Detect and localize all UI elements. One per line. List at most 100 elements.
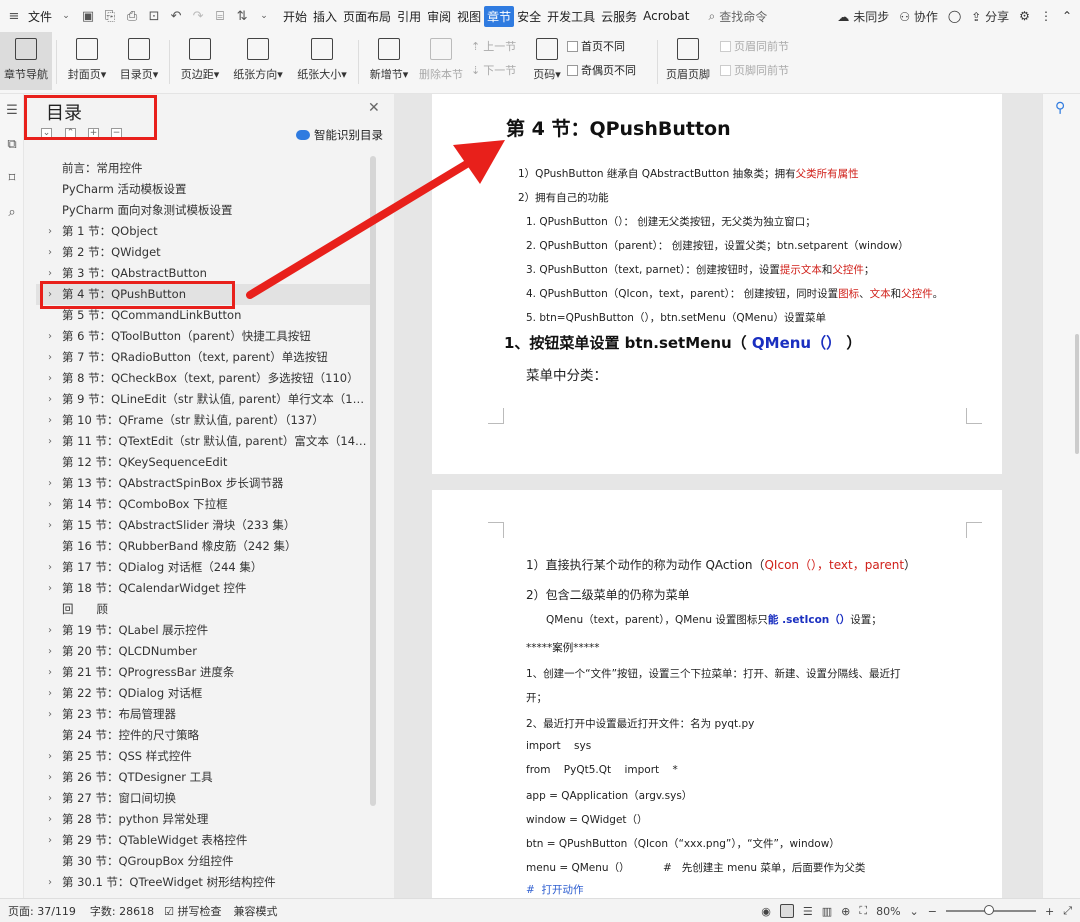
print-preview-icon[interactable]: ⊡ bbox=[146, 8, 162, 24]
doc-scrollbar[interactable] bbox=[1075, 334, 1079, 454]
chevron-right-icon[interactable]: › bbox=[48, 746, 52, 767]
toc-item[interactable]: › 第 29 节：QTableWidget 表格控件 bbox=[36, 830, 370, 851]
zoom-in-icon[interactable]: + bbox=[1045, 905, 1054, 918]
toc-item[interactable]: › 第 20 节：QLCDNumber bbox=[36, 641, 370, 662]
toc-item[interactable]: › 第 1 节：QObject bbox=[36, 221, 370, 242]
outline-view-icon[interactable]: ☰ bbox=[803, 905, 813, 918]
prev-section-button[interactable]: ⇡ 上一节 bbox=[471, 38, 527, 54]
toc-item[interactable]: 第 12 节：QKeySequenceEdit bbox=[36, 452, 370, 473]
toc-item[interactable]: › 第 9 节：QLineEdit（str 默认值, parent）单行文本（11… bbox=[36, 389, 370, 410]
toc-item[interactable]: › 第 11 节：QTextEdit（str 默认值, parent）富文本（14… bbox=[36, 431, 370, 452]
toc-item[interactable]: › 第 17 节：QDialog 对话框（244 集） bbox=[36, 557, 370, 578]
sync-status[interactable]: ☁ 未同步 bbox=[837, 8, 889, 25]
chevron-right-icon[interactable]: › bbox=[48, 662, 52, 683]
chevron-right-icon[interactable]: › bbox=[48, 557, 52, 578]
ribbon-tab[interactable]: 云服务 bbox=[598, 6, 640, 27]
toc-item[interactable]: › 第 8 节：QCheckBox（text, parent）多选按钮（110） bbox=[36, 368, 370, 389]
chevron-right-icon[interactable]: › bbox=[48, 347, 52, 368]
chevron-right-icon[interactable]: › bbox=[48, 242, 52, 263]
section-nav-button[interactable]: 章节导航 bbox=[0, 32, 52, 90]
chevron-down-icon[interactable]: ⌄ bbox=[58, 8, 74, 24]
location-pin-icon[interactable]: ⚲ bbox=[1055, 100, 1065, 116]
zoom-out-icon[interactable]: − bbox=[928, 905, 937, 918]
toc-item[interactable]: › 第 6 节：QToolButton（parent）快捷工具按钮 bbox=[36, 326, 370, 347]
chevron-right-icon[interactable]: › bbox=[48, 221, 52, 242]
search-icon[interactable]: ⌕ bbox=[5, 206, 19, 220]
chevron-right-icon[interactable]: › bbox=[48, 872, 52, 893]
ribbon-tab[interactable]: 插入 bbox=[310, 6, 340, 27]
toc-item[interactable]: › 第 22 节：QDialog 对话框 bbox=[36, 683, 370, 704]
chevron-right-icon[interactable]: › bbox=[48, 683, 52, 704]
more-options-icon[interactable]: ⋮ bbox=[1040, 9, 1052, 23]
file-menu[interactable]: 文件 bbox=[28, 8, 52, 25]
toc-item[interactable]: › 第 10 节：QFrame（str 默认值, parent）（137） bbox=[36, 410, 370, 431]
toc-item[interactable]: › 第 15 节：QAbstractSlider 滑块（233 集） bbox=[36, 515, 370, 536]
command-search[interactable]: ⌕ 查找命令 bbox=[708, 8, 767, 25]
ribbon-tab[interactable]: 引用 bbox=[394, 6, 424, 27]
footer-same-prev-checkbox[interactable]: 页脚同前节 bbox=[720, 62, 789, 78]
zoom-slider-handle[interactable] bbox=[983, 905, 994, 915]
page-indicator[interactable]: 页面: 37/119 bbox=[8, 903, 76, 919]
chevron-right-icon[interactable]: › bbox=[48, 326, 52, 347]
toc-item[interactable]: 第 30 节：QGroupBox 分组控件 bbox=[36, 851, 370, 872]
page-view-icon[interactable] bbox=[779, 904, 794, 918]
toc-item[interactable]: 第 24 节：控件的尺寸策略 bbox=[36, 725, 370, 746]
chevron-right-icon[interactable]: › bbox=[48, 473, 52, 494]
comment-icon[interactable]: ◯ bbox=[948, 9, 961, 23]
odd-even-diff-checkbox[interactable]: 奇偶页不同 bbox=[567, 62, 653, 78]
toc-pane-icon[interactable]: ☰ bbox=[5, 104, 19, 118]
chevron-right-icon[interactable]: › bbox=[48, 641, 52, 662]
smart-toc-button[interactable]: 智能识别目录 bbox=[296, 127, 383, 143]
delete-section-button[interactable]: 删除本节 bbox=[415, 32, 467, 90]
ribbon-tab[interactable]: 审阅 bbox=[424, 6, 454, 27]
ribbon-tab[interactable]: 开始 bbox=[280, 6, 310, 27]
fit-page-icon[interactable]: ⛶ bbox=[859, 904, 867, 918]
web-view-icon[interactable]: ⊕ bbox=[841, 905, 850, 918]
chevron-right-icon[interactable]: › bbox=[48, 410, 52, 431]
zoom-slider[interactable] bbox=[945, 905, 1036, 915]
collapse-ribbon-icon[interactable]: ⌃ bbox=[1062, 9, 1072, 23]
next-section-button[interactable]: ⇣ 下一节 bbox=[471, 62, 527, 78]
ribbon-tab[interactable]: Acrobat bbox=[640, 7, 692, 25]
toc-item[interactable]: 第 16 节：QRubberBand 橡皮筋（242 集） bbox=[36, 536, 370, 557]
share-button[interactable]: ⇪ 分享 bbox=[971, 8, 1009, 25]
toc-item[interactable]: › 第 7 节：QRadioButton（text, parent）单选按钮 bbox=[36, 347, 370, 368]
chevron-right-icon[interactable]: › bbox=[48, 515, 52, 536]
toc-item[interactable]: › 第 14 节：QComboBox 下拉框 bbox=[36, 494, 370, 515]
redo-icon[interactable]: ↷ bbox=[190, 8, 206, 24]
chevron-right-icon[interactable]: › bbox=[48, 809, 52, 830]
first-page-diff-checkbox[interactable]: 首页不同 bbox=[567, 38, 653, 54]
toc-item[interactable]: PyCharm 面向对象测试模板设置 bbox=[36, 200, 370, 221]
word-count[interactable]: 字数: 28618 bbox=[90, 903, 154, 919]
chevron-right-icon[interactable]: › bbox=[48, 767, 52, 788]
toc-item[interactable]: 回 顾 bbox=[36, 599, 370, 620]
margins-button[interactable]: 页边距▾ bbox=[174, 32, 226, 90]
header-same-prev-checkbox[interactable]: 页眉同前节 bbox=[720, 38, 789, 54]
toc-item[interactable]: › 第 26 节：QTDesigner 工具 bbox=[36, 767, 370, 788]
ribbon-tab[interactable]: 安全 bbox=[514, 6, 544, 27]
toc-item[interactable]: › 第 18 节：QCalendarWidget 控件 bbox=[36, 578, 370, 599]
toc-item[interactable]: PyCharm 活动模板设置 bbox=[36, 179, 370, 200]
reading-view-icon[interactable]: ▥ bbox=[822, 905, 832, 918]
toc-item[interactable]: › 第 25 节：QSS 样式控件 bbox=[36, 746, 370, 767]
toc-page-button[interactable]: 目录页▾ bbox=[113, 32, 165, 90]
toc-item[interactable]: › 第 21 节：QProgressBar 进度条 bbox=[36, 662, 370, 683]
chevron-right-icon[interactable]: › bbox=[48, 368, 52, 389]
chevron-right-icon[interactable]: › bbox=[48, 620, 52, 641]
orientation-button[interactable]: 纸张方向▾ bbox=[226, 32, 290, 90]
save-icon[interactable]: ▣ bbox=[80, 8, 96, 24]
toc-item[interactable]: › 第 23 节：布局管理器 bbox=[36, 704, 370, 725]
sort-icon[interactable]: ⇅ bbox=[234, 8, 250, 24]
settings-icon[interactable]: ⚙ bbox=[1019, 9, 1030, 23]
toc-item[interactable]: › 第 30.1 节：QTreeWidget 树形结构控件 bbox=[36, 872, 370, 893]
format-painter-icon[interactable]: ⌸ bbox=[212, 8, 228, 24]
zoom-dropdown-icon[interactable]: ⌄ bbox=[910, 905, 919, 918]
chevron-right-icon[interactable]: › bbox=[48, 494, 52, 515]
chevron-right-icon[interactable]: › bbox=[48, 788, 52, 809]
toc-item[interactable]: › 第 2 节：QWidget bbox=[36, 242, 370, 263]
eye-protection-icon[interactable]: ◉ bbox=[761, 905, 771, 918]
toc-item[interactable]: › 第 28 节：python 异常处理 bbox=[36, 809, 370, 830]
ribbon-tab[interactable]: 开发工具 bbox=[544, 6, 598, 27]
toc-scrollbar[interactable] bbox=[370, 156, 376, 806]
ribbon-tab[interactable]: 视图 bbox=[454, 6, 484, 27]
